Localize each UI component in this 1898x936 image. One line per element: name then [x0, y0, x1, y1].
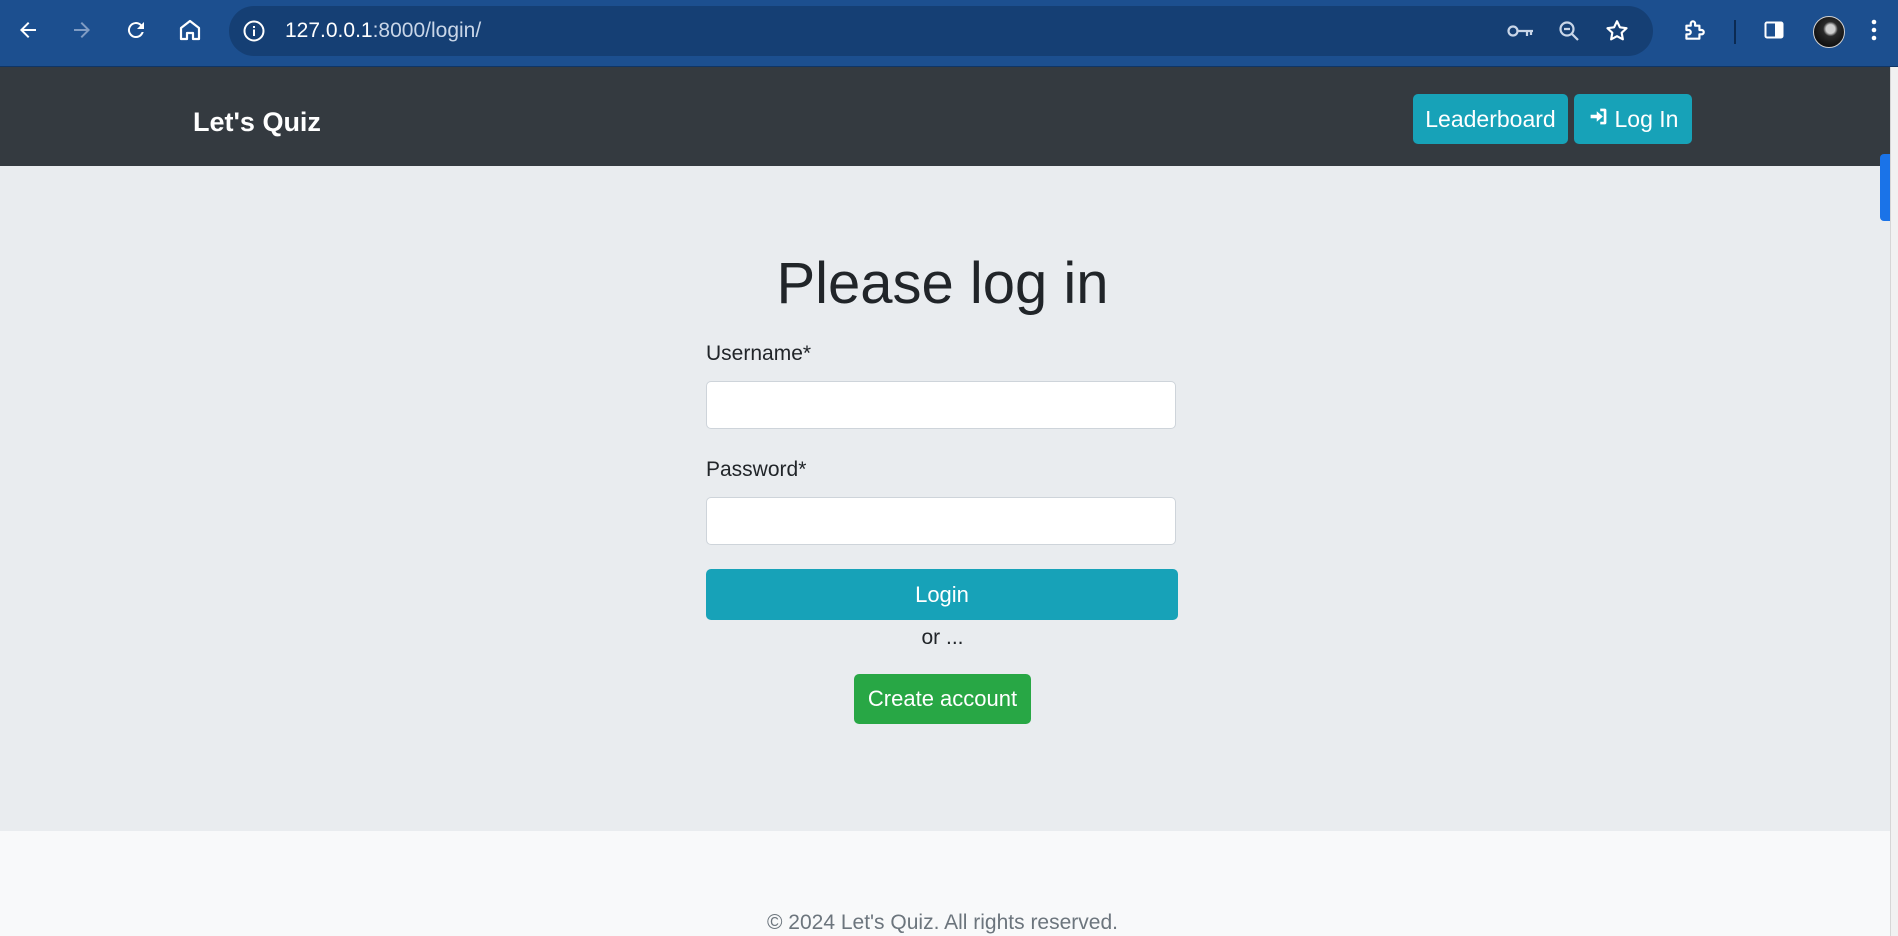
menu-kebab-icon[interactable]: [1864, 13, 1884, 47]
scroll-indicator[interactable]: [1880, 154, 1890, 221]
password-label: Password*: [706, 458, 807, 481]
sign-in-icon: [1588, 106, 1609, 133]
create-account-label: Create account: [867, 686, 1018, 711]
forward-icon[interactable]: [65, 13, 99, 47]
site-info-icon[interactable]: [241, 18, 267, 44]
copyright-text: © 2024 Let's Quiz. All rights reserved.: [767, 911, 1118, 934]
bookmark-star-icon[interactable]: [1602, 16, 1632, 46]
nav-login-button[interactable]: Log In: [1574, 94, 1692, 144]
reload-icon[interactable]: [119, 13, 153, 47]
back-icon[interactable]: [11, 13, 45, 47]
password-input[interactable]: [706, 497, 1176, 545]
scrollbar-track-border: [1890, 67, 1891, 936]
key-icon[interactable]: [1506, 16, 1536, 46]
address-bar[interactable]: 127.0.0.1:8000/login/: [229, 6, 1653, 56]
extensions-icon[interactable]: [1677, 13, 1711, 47]
url-text[interactable]: 127.0.0.1:8000/login/: [285, 6, 481, 56]
zoom-icon[interactable]: [1554, 16, 1584, 46]
brand-logo[interactable]: Let's Quiz: [193, 67, 321, 166]
toolbar-separator: [1734, 20, 1736, 44]
page-title: Please log in: [776, 251, 1109, 316]
page-scrollbar[interactable]: [1890, 67, 1898, 936]
create-account-button[interactable]: Create account: [854, 674, 1031, 724]
home-icon[interactable]: [173, 13, 207, 47]
url-path: :8000/login/: [372, 19, 482, 42]
or-separator-text: or ...: [921, 626, 964, 649]
site-navbar: Let's Quiz Leaderboard Log In: [0, 67, 1890, 166]
leaderboard-button[interactable]: Leaderboard: [1413, 94, 1568, 144]
side-panel-icon[interactable]: [1757, 13, 1791, 47]
username-input[interactable]: [706, 381, 1176, 429]
leaderboard-label: Leaderboard: [1425, 105, 1556, 132]
login-section: Please log in Username* Password* Login …: [0, 166, 1890, 831]
username-label: Username*: [706, 342, 812, 365]
profile-avatar[interactable]: [1813, 16, 1845, 48]
site-footer: © 2024 Let's Quiz. All rights reserved.: [0, 831, 1890, 936]
login-submit-button[interactable]: Login: [706, 569, 1178, 620]
url-host: 127.0.0.1: [285, 19, 373, 42]
nav-login-label: Log In: [1614, 105, 1679, 132]
browser-toolbar: 127.0.0.1:8000/login/: [0, 0, 1898, 67]
login-submit-label: Login: [915, 581, 969, 607]
